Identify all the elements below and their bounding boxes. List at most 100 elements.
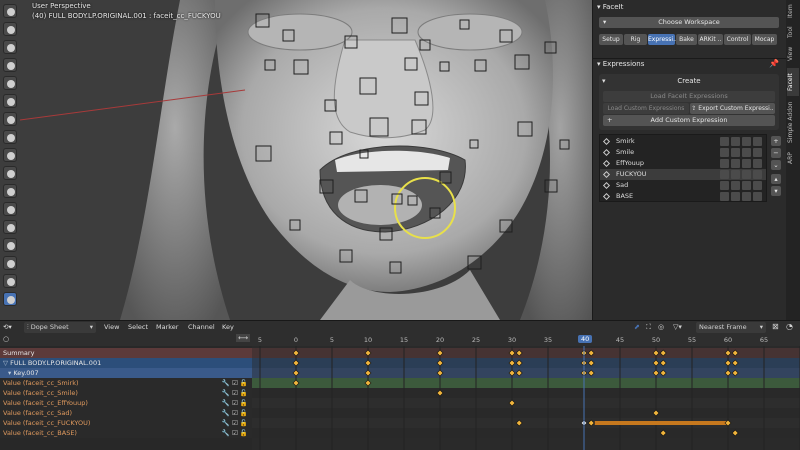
workspace-tab[interactable]: Bake — [676, 34, 697, 45]
channel-list[interactable]: ○ ⟷ Summary ▽ FULL BODY.LP.ORIGINAL.001 ▾ … — [0, 334, 252, 450]
sidebar-tab[interactable]: Simple Addon — [787, 100, 799, 144]
menu-select[interactable]: Select — [128, 323, 148, 331]
errors-icon[interactable]: ◎ — [658, 323, 664, 331]
expression-list-item[interactable]: FUCKYOU — [600, 169, 766, 180]
close-icon[interactable] — [753, 192, 762, 201]
mirror-icon[interactable] — [720, 137, 729, 146]
menu-key[interactable]: Key — [222, 323, 234, 331]
mirror-icon[interactable] — [720, 192, 729, 201]
menu-marker[interactable]: Marker — [156, 323, 178, 331]
add-expression-icon[interactable]: + — [771, 136, 781, 146]
sidebar-tab[interactable]: Tool — [787, 24, 799, 40]
brush-tool-14-icon[interactable] — [3, 238, 17, 252]
brush-tool-6-icon[interactable] — [3, 94, 17, 108]
brush-tool-3-icon[interactable] — [3, 40, 17, 54]
sidebar-tab[interactable]: FaceIt — [787, 68, 799, 96]
brush-tool-11-icon[interactable] — [3, 184, 17, 198]
close-icon[interactable] — [753, 159, 762, 168]
brush-tool-13-icon[interactable] — [3, 220, 17, 234]
brush-tool-8-icon[interactable] — [3, 130, 17, 144]
brush-tool-7-icon[interactable] — [3, 112, 17, 126]
add-custom-expression-button[interactable]: + Add Custom Expression — [603, 115, 775, 126]
checkbox-icon[interactable]: ☑ — [230, 399, 238, 407]
channel-row[interactable]: Value (faceit_cc_Smirk) 🔧 ☑ 🔓 — [0, 378, 252, 388]
choose-workspace-button[interactable]: ▾ Choose Workspace — [599, 17, 779, 28]
wrench-icon[interactable]: 🔧 — [222, 399, 230, 407]
edit-icon[interactable] — [742, 192, 751, 201]
export-custom-expressions-button[interactable]: ⇪ Export Custom Expressi.. — [690, 103, 775, 114]
wrench-icon[interactable]: 🔧 — [222, 389, 230, 397]
brush-tool-12-icon[interactable] — [3, 202, 17, 216]
lock-icon[interactable]: 🔓 — [238, 419, 248, 427]
wrench-icon[interactable]: 🔧 — [222, 379, 230, 387]
mirror-icon[interactable] — [720, 148, 729, 157]
checkbox-icon[interactable]: ☑ — [230, 389, 238, 397]
channel-row[interactable]: Value (faceit_cc_FUCKYOU) 🔧 ☑ 🔓 — [0, 418, 252, 428]
workspace-tab[interactable]: Control — [724, 34, 751, 45]
brush-tool-2-icon[interactable] — [3, 22, 17, 36]
mirror-icon[interactable] — [720, 181, 729, 190]
channel-row[interactable]: Value (faceit_cc_Sad) 🔧 ☑ 🔓 — [0, 408, 252, 418]
channel-row[interactable]: Value (faceit_cc_BASE) 🔧 ☑ 🔓 — [0, 428, 252, 438]
move-up-icon[interactable]: ▴ — [771, 174, 781, 184]
reset-icon[interactable] — [731, 137, 740, 146]
expression-list-item[interactable]: BASE — [600, 191, 766, 202]
channel-row[interactable]: Summary — [0, 348, 252, 358]
reset-icon[interactable] — [731, 181, 740, 190]
workspace-tab[interactable]: Expressi.. — [648, 34, 677, 45]
reset-icon[interactable] — [731, 192, 740, 201]
workspace-tab[interactable]: ARKit .. — [698, 34, 723, 45]
brush-tool-9-icon[interactable] — [3, 148, 17, 162]
edit-icon[interactable] — [742, 170, 751, 179]
editor-type-icon[interactable]: ⟲▾ — [3, 323, 12, 331]
channel-row[interactable]: ▾ Key.007 — [0, 368, 252, 378]
checkbox-icon[interactable]: ☑ — [230, 379, 238, 387]
only-selected-icon[interactable]: ⬈ — [634, 323, 640, 331]
current-frame-indicator[interactable]: 40 — [578, 335, 593, 343]
edit-icon[interactable] — [742, 137, 751, 146]
workspace-tab[interactable]: Setup — [599, 34, 623, 45]
menu-view[interactable]: View — [104, 323, 119, 331]
editor-mode-select[interactable]: ⫶ Dope Sheet ▾ — [24, 322, 96, 333]
brush-tool-16-icon[interactable] — [3, 274, 17, 288]
edit-icon[interactable] — [742, 181, 751, 190]
brush-tool-1-icon[interactable] — [3, 4, 17, 18]
brush-tool-4-icon[interactable] — [3, 58, 17, 72]
channel-row[interactable]: Value (faceit_cc_EffYouup) 🔧 ☑ 🔓 — [0, 398, 252, 408]
edit-icon[interactable] — [742, 148, 751, 157]
proportional-edit-icon[interactable]: ⊠ — [772, 322, 779, 331]
wrench-icon[interactable]: 🔧 — [222, 419, 230, 427]
lock-icon[interactable]: 🔓 — [238, 409, 248, 417]
close-icon[interactable] — [753, 148, 762, 157]
lock-icon[interactable]: 🔓 — [238, 379, 248, 387]
wrench-icon[interactable]: 🔧 — [222, 429, 230, 437]
keyframe-canvas[interactable] — [252, 334, 800, 450]
remove-expression-icon[interactable]: − — [771, 148, 781, 158]
brush-tool-5-icon[interactable] — [3, 76, 17, 90]
active-tool-icon[interactable] — [3, 292, 17, 306]
channel-row[interactable]: Value (faceit_cc_Smile) 🔧 ☑ 🔓 — [0, 388, 252, 398]
workspace-tab[interactable]: Mocap — [752, 34, 777, 45]
workspace-tab[interactable]: Rig — [624, 34, 647, 45]
move-down-icon[interactable]: ▾ — [771, 186, 781, 196]
expression-list-item[interactable]: Smile — [600, 147, 766, 158]
load-custom-expressions-button[interactable]: Load Custom Expressions — [603, 103, 689, 114]
channel-row[interactable]: ▽ FULL BODY.LP.ORIGINAL.001 — [0, 358, 252, 368]
load-faceit-expressions-button[interactable]: Load FaceIt Expressions — [603, 91, 775, 102]
reset-icon[interactable] — [731, 148, 740, 157]
expression-list-item[interactable]: Smirk — [600, 136, 766, 147]
reset-icon[interactable] — [731, 170, 740, 179]
checkbox-icon[interactable]: ☑ — [230, 429, 238, 437]
specials-chevron-icon[interactable]: ⌄ — [771, 160, 781, 170]
dopesheet-timeline[interactable]: 5 0 5 10 15 20 25 30 35 45 50 55 60 65 40 — [252, 334, 800, 450]
close-icon[interactable] — [753, 137, 762, 146]
3d-viewport[interactable]: User Perspective (40) FULL BODY.LP.ORIGI… — [0, 0, 592, 320]
menu-channel[interactable]: Channel — [188, 323, 215, 331]
wrench-icon[interactable]: 🔧 — [222, 409, 230, 417]
show-hidden-icon[interactable]: ⛶ — [646, 323, 651, 332]
lock-icon[interactable]: 🔓 — [238, 399, 248, 407]
channel-search-bar[interactable]: ○ ⟷ — [0, 334, 252, 346]
mirror-icon[interactable] — [720, 170, 729, 179]
filter-icon[interactable]: ▽▾ — [673, 323, 682, 331]
lock-icon[interactable]: 🔓 — [238, 429, 248, 437]
